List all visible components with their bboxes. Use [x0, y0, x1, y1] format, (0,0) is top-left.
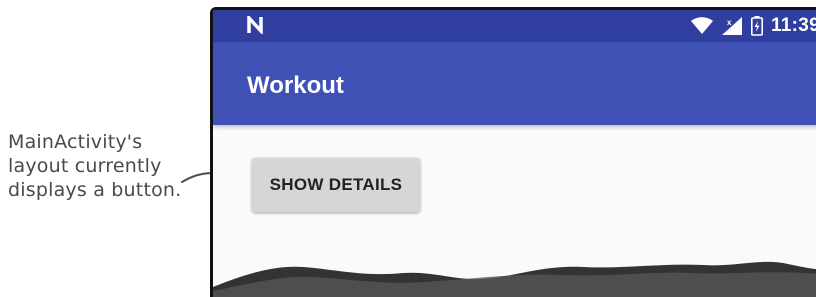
- show-details-button[interactable]: SHOW DETAILS: [252, 158, 420, 212]
- status-time: 11:39: [770, 15, 816, 36]
- status-bar: x 11:39: [213, 10, 816, 42]
- device-screen: x 11:39 Workout SHOW DETAILS: [213, 10, 816, 297]
- status-icons: x 11:39: [690, 15, 816, 37]
- app-title: Workout: [247, 72, 344, 99]
- wifi-icon: [690, 17, 713, 34]
- device-frame: x 11:39 Workout SHOW DETAILS: [210, 7, 816, 297]
- torn-edge-decoration: [213, 261, 816, 297]
- annotation-line: layout currently: [8, 155, 162, 177]
- cell-signal-icon: x: [721, 17, 742, 35]
- n-notification-icon: [247, 16, 263, 34]
- annotation-line: MainActivity's: [8, 131, 143, 153]
- annotation-text: MainActivity's layout currently displays…: [8, 130, 208, 202]
- svg-text:x: x: [727, 18, 732, 27]
- app-bar: Workout: [213, 42, 816, 125]
- battery-icon: [750, 16, 763, 36]
- annotation-line: displays a button.: [8, 179, 182, 201]
